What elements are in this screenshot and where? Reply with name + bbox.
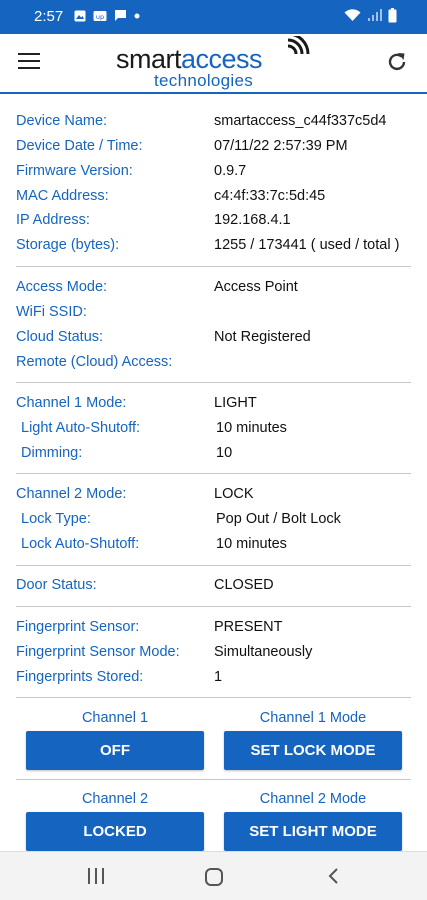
battery-icon xyxy=(388,8,397,23)
door-status-value: CLOSED xyxy=(214,577,274,593)
device-name-label: Device Name: xyxy=(16,113,108,129)
refresh-icon[interactable] xyxy=(385,50,409,74)
divider xyxy=(16,473,411,474)
lock-type-label: Lock Type: xyxy=(21,511,91,527)
fingerprint-sensor-mode-value: Simultaneously xyxy=(214,644,313,660)
access-mode-label: Access Mode: xyxy=(16,279,108,295)
channel1-mode-label: Channel 1 Mode: xyxy=(16,395,127,411)
dimming-row: Dimming: 10 xyxy=(16,445,416,467)
image-icon xyxy=(74,10,86,21)
back-icon[interactable] xyxy=(326,867,340,885)
channel2-mode-control-label: Channel 2 Mode xyxy=(259,791,367,807)
channel1-toggle-button[interactable]: OFF xyxy=(26,731,204,770)
mac-address-row: MAC Address: c4:4f:33:7c:5d:45 xyxy=(16,188,416,210)
set-light-mode-button[interactable]: SET LIGHT MODE xyxy=(224,812,402,851)
status-time: 2:57 xyxy=(34,8,64,25)
fingerprint-sensor-mode-row: Fingerprint Sensor Mode: Simultaneously xyxy=(16,644,416,666)
light-auto-shutoff-label: Light Auto-Shutoff: xyxy=(21,420,141,436)
access-mode-value: Access Point xyxy=(214,279,298,295)
vpn-key-icon: up xyxy=(93,10,107,21)
fingerprint-sensor-value: PRESENT xyxy=(214,619,283,635)
mac-address-value: c4:4f:33:7c:5d:45 xyxy=(214,188,326,204)
svg-text:up: up xyxy=(96,13,104,21)
channel2-control-label: Channel 2 xyxy=(81,791,149,807)
lock-auto-shutoff-label: Lock Auto-Shutoff: xyxy=(21,536,140,552)
message-icon xyxy=(115,10,126,21)
storage-value: 1255 / 173441 ( used / total ) xyxy=(214,237,400,253)
ip-address-value: 192.168.4.1 xyxy=(214,212,291,228)
divider xyxy=(16,779,411,780)
app-header: smartaccess technologies xyxy=(0,34,427,94)
channel1-mode-value: LIGHT xyxy=(214,395,257,411)
status-bar: 2:57 up xyxy=(0,0,427,34)
system-nav-bar xyxy=(0,851,427,900)
divider xyxy=(16,382,411,383)
cloud-status-value: Not Registered xyxy=(214,329,311,345)
wifi-ssid-label: WiFi SSID: xyxy=(16,304,87,320)
door-status-label: Door Status: xyxy=(16,577,97,593)
divider xyxy=(16,266,411,267)
lock-auto-shutoff-value: 10 minutes xyxy=(216,536,287,552)
lock-type-row: Lock Type: Pop Out / Bolt Lock xyxy=(16,511,416,533)
status-system-icons xyxy=(344,8,397,23)
status-notification-icons: up xyxy=(74,9,140,22)
lock-type-value: Pop Out / Bolt Lock xyxy=(216,511,341,527)
signal-waves-icon xyxy=(287,36,310,55)
fingerprint-sensor-row: Fingerprint Sensor: PRESENT xyxy=(16,619,416,641)
divider xyxy=(16,697,411,698)
channel2-mode-label: Channel 2 Mode: xyxy=(16,486,127,502)
recent-apps-icon[interactable] xyxy=(87,867,105,885)
access-mode-row: Access Mode: Access Point xyxy=(16,279,416,301)
remote-access-row: Remote (Cloud) Access: xyxy=(16,354,416,376)
firmware-version-row: Firmware Version: 0.9.7 xyxy=(16,163,416,185)
home-icon[interactable] xyxy=(204,867,224,887)
cloud-status-label: Cloud Status: xyxy=(16,329,104,345)
light-auto-shutoff-value: 10 minutes xyxy=(216,420,287,436)
wifi-ssid-row: WiFi SSID: xyxy=(16,304,416,326)
fingerprints-stored-value: 1 xyxy=(214,669,223,685)
logo-subtitle: technologies xyxy=(154,71,254,90)
signal-icon xyxy=(368,9,382,21)
storage-row: Storage (bytes): 1255 / 173441 ( used / … xyxy=(16,237,416,259)
dimming-label: Dimming: xyxy=(21,445,83,461)
firmware-version-label: Firmware Version: xyxy=(16,163,133,179)
remote-access-label: Remote (Cloud) Access: xyxy=(16,354,173,370)
dot-icon xyxy=(134,13,140,18)
device-datetime-row: Device Date / Time: 07/11/22 2:57:39 PM xyxy=(16,138,416,160)
device-name-value: smartaccess_c44f337c5d4 xyxy=(214,113,387,129)
light-auto-shutoff-row: Light Auto-Shutoff: 10 minutes xyxy=(16,420,416,442)
ip-address-row: IP Address: 192.168.4.1 xyxy=(16,212,416,234)
mac-address-label: MAC Address: xyxy=(16,188,109,204)
smartaccess-logo: smartaccess technologies xyxy=(116,36,316,92)
channel2-lock-button[interactable]: LOCKED xyxy=(26,812,204,851)
fingerprints-stored-row: Fingerprints Stored: 1 xyxy=(16,669,416,691)
firmware-version-value: 0.9.7 xyxy=(214,163,247,179)
lock-auto-shutoff-row: Lock Auto-Shutoff: 10 minutes xyxy=(16,536,416,558)
channel1-control-label: Channel 1 xyxy=(81,710,149,726)
dimming-value: 10 xyxy=(216,445,233,461)
channel1-mode-row: Channel 1 Mode: LIGHT xyxy=(16,395,416,417)
device-datetime-value: 07/11/22 2:57:39 PM xyxy=(214,138,348,154)
ip-address-label: IP Address: xyxy=(16,212,90,228)
cloud-status-row: Cloud Status: Not Registered xyxy=(16,329,416,351)
set-lock-mode-button[interactable]: SET LOCK MODE xyxy=(224,731,402,770)
divider xyxy=(16,606,411,607)
channel2-mode-row: Channel 2 Mode: LOCK xyxy=(16,486,416,508)
wifi-icon xyxy=(344,9,361,21)
divider xyxy=(16,565,411,566)
device-datetime-label: Device Date / Time: xyxy=(16,138,143,154)
channel2-mode-value: LOCK xyxy=(214,486,254,502)
device-name-row: Device Name: smartaccess_c44f337c5d4 xyxy=(16,113,416,135)
channel1-mode-control-label: Channel 1 Mode xyxy=(259,710,367,726)
storage-label: Storage (bytes): xyxy=(16,237,120,253)
fingerprint-sensor-mode-label: Fingerprint Sensor Mode: xyxy=(16,644,180,660)
fingerprints-stored-label: Fingerprints Stored: xyxy=(16,669,144,685)
fingerprint-sensor-label: Fingerprint Sensor: xyxy=(16,619,140,635)
hamburger-menu-icon[interactable] xyxy=(18,53,40,71)
door-status-row: Door Status: CLOSED xyxy=(16,577,416,599)
